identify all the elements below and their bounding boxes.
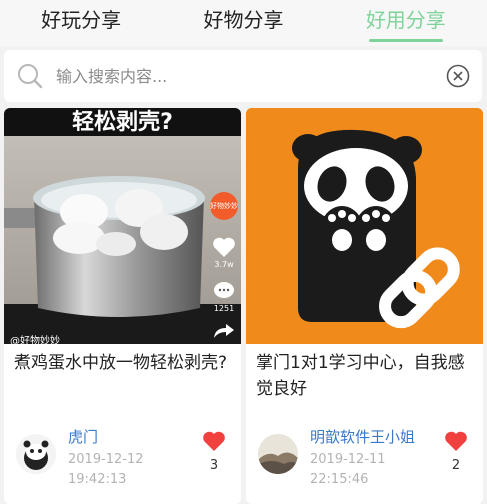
- like-count: 3: [209, 458, 219, 473]
- post-date: 2019-12-12: [68, 452, 144, 467]
- boiling-eggs-image: [4, 108, 241, 344]
- post-thumbnail[interactable]: [246, 108, 483, 344]
- panda-link-image: [246, 108, 483, 344]
- comment-icon[interactable]: [212, 280, 236, 302]
- heart-icon[interactable]: [212, 236, 236, 258]
- avatar[interactable]: [16, 434, 56, 474]
- post-card[interactable]: 掌门1对1学习中心，自我感觉良好 明歆软件王小姐 2019-12-11 22:1…: [246, 108, 483, 504]
- post-datetime: 2019-12-12 19:42:13: [68, 450, 188, 490]
- tab-label: 好用分享: [365, 8, 446, 32]
- heart-icon[interactable]: [444, 430, 468, 452]
- video-comment-count: 1251: [213, 304, 235, 313]
- post-date: 2019-12-11: [310, 452, 386, 467]
- like-button[interactable]: 2: [441, 430, 471, 473]
- post-time: 22:15:46: [310, 472, 369, 487]
- like-button[interactable]: 3: [199, 430, 229, 473]
- tab-bar: 好玩分享 好物分享 好用分享: [0, 0, 487, 46]
- post-datetime: 2019-12-11 22:15:46: [310, 450, 430, 490]
- video-title-banner: 轻松剥壳?: [4, 108, 241, 136]
- video-overlay-title: 轻松剥壳?: [72, 110, 173, 135]
- post-title[interactable]: 掌门1对1学习中心，自我感觉良好: [256, 350, 476, 402]
- post-card[interactable]: 轻松剥壳? 好物妙妙 3.7w 1251 @好物妙妙 煮鸡蛋水中放一物轻松剥壳?…: [4, 108, 241, 504]
- panda-avatar-icon: [16, 434, 56, 474]
- search-icon: [18, 64, 43, 89]
- landscape-avatar-icon: [258, 434, 298, 474]
- share-icon[interactable]: [212, 322, 236, 340]
- heart-icon[interactable]: [202, 430, 226, 452]
- video-like-count: 3.7w: [214, 260, 234, 269]
- tab-fun-share[interactable]: 好玩分享: [0, 0, 162, 46]
- tab-useful-share[interactable]: 好用分享: [325, 0, 487, 46]
- post-time: 19:42:13: [68, 472, 127, 487]
- tab-label: 好玩分享: [41, 8, 122, 32]
- active-tab-indicator: [368, 39, 443, 42]
- search-bar: [4, 50, 482, 102]
- post-title[interactable]: 煮鸡蛋水中放一物轻松剥壳?: [14, 350, 234, 376]
- channel-badge[interactable]: 好物妙妙: [210, 192, 238, 220]
- avatar[interactable]: [258, 434, 298, 474]
- author-name[interactable]: 虎门: [68, 426, 98, 447]
- search-input[interactable]: [56, 64, 416, 88]
- tab-goods-share[interactable]: 好物分享: [162, 0, 324, 46]
- tab-label: 好物分享: [203, 8, 284, 32]
- author-name[interactable]: 明歆软件王小姐: [310, 426, 415, 447]
- video-watermark: @好物妙妙: [10, 336, 60, 344]
- like-count: 2: [451, 458, 461, 473]
- video-thumbnail[interactable]: 轻松剥壳? 好物妙妙 3.7w 1251 @好物妙妙: [4, 108, 241, 344]
- clear-circle-icon[interactable]: [446, 64, 470, 88]
